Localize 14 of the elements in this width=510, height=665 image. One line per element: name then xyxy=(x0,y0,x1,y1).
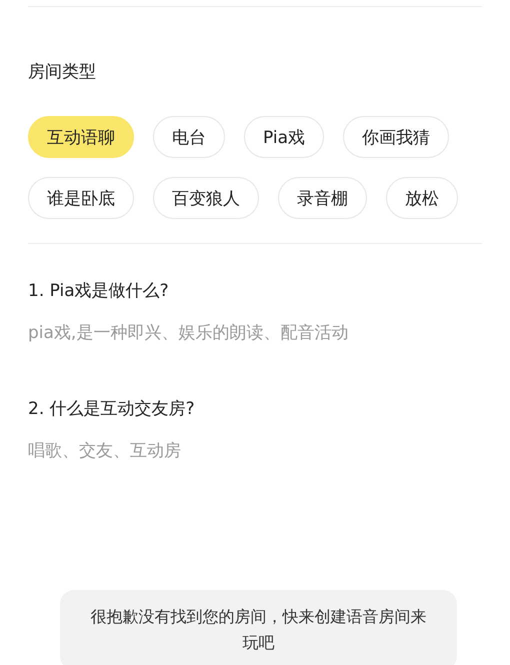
faq-answer: pia戏,是一种即兴、娱乐的朗读、配音活动 xyxy=(28,322,350,345)
room-type-chip[interactable]: 录音棚 xyxy=(278,177,367,219)
room-type-chip[interactable]: 谁是卧底 xyxy=(28,177,134,219)
room-type-chip[interactable]: 互动语聊 xyxy=(28,116,134,158)
toast-message: 很抱歉没有找到您的房间，快来创建语音房间来玩吧 xyxy=(60,590,457,665)
room-type-chip[interactable]: 电台 xyxy=(153,116,225,158)
room-type-chip[interactable]: Pia戏 xyxy=(244,116,324,158)
faq-question: 2. 什么是互动交友房? xyxy=(28,398,196,421)
faq-question: 1. Pia戏是做什么? xyxy=(28,280,170,303)
room-type-chip[interactable]: 放松 xyxy=(386,177,458,219)
room-type-chip[interactable]: 百变狼人 xyxy=(153,177,259,219)
room-type-chip[interactable]: 你画我猜 xyxy=(343,116,450,158)
section-title: 房间类型 xyxy=(28,61,97,84)
faq-answer: 唱歌、交友、互动房 xyxy=(28,440,182,463)
